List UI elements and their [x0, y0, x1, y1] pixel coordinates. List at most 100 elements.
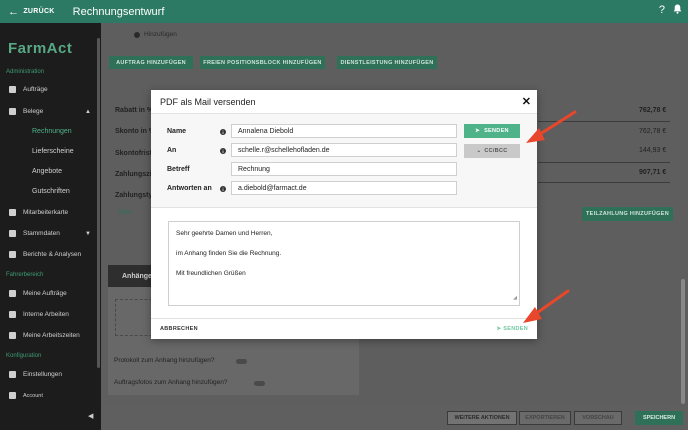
message-body: im Anhang finden Sie die Rechnung. — [176, 250, 282, 257]
add-link[interactable]: Hinzufügen — [134, 31, 177, 38]
send-footer-button[interactable]: ➤ SENDEN — [497, 326, 528, 332]
message-greeting: Sehr geehrte Damen und Herren, — [176, 230, 273, 237]
name-label: Name — [167, 128, 187, 135]
info-icon[interactable]: i — [220, 129, 226, 135]
photos-label: Auftragsfotos zum Anhang hinzufügen? — [114, 379, 228, 386]
amount-subtotal: 762,78 € — [639, 107, 667, 114]
clipboard-icon — [9, 86, 16, 93]
main-scrollbar[interactable] — [681, 279, 685, 404]
gear-icon — [9, 371, 16, 378]
info-icon[interactable]: i — [220, 148, 226, 154]
sidebar-item-auftraege[interactable]: Aufträge — [9, 86, 97, 93]
sidebar: FarmAct Administration Aufträge Belege ▲ … — [0, 23, 101, 430]
save-button[interactable]: SPEICHERN — [635, 411, 683, 425]
bell-icon[interactable] — [673, 4, 682, 17]
sidebar-subitem-lieferscheine[interactable]: Lieferscheine — [32, 148, 74, 155]
protocol-toggle[interactable] — [236, 359, 247, 364]
amount-tax: 144,93 € — [639, 147, 667, 154]
message-textarea[interactable]: Sehr geehrte Damen und Herren, im Anhang… — [168, 221, 520, 306]
sidebar-item-label: Aufträge — [23, 86, 48, 93]
sidebar-item-label: Meine Aufträge — [23, 290, 67, 297]
add-position-block-button[interactable]: FREIEN POSITIONSBLOCK HINZUFÜGEN — [200, 56, 325, 69]
sidebar-item-label: Einstellungen — [23, 371, 63, 378]
sidebar-item-label: Interne Arbeiten — [23, 311, 69, 318]
recipient-field[interactable]: schelle.r@schellehofladen.de — [231, 143, 457, 157]
help-icon[interactable]: ? — [659, 4, 665, 17]
logo: FarmAct — [8, 40, 73, 57]
recipient-label: An — [167, 147, 177, 154]
sidebar-item-label: Meine Arbeitszeiten — [23, 332, 80, 339]
document-icon — [9, 108, 16, 115]
export-button[interactable]: EXPORTIEREN — [519, 411, 571, 425]
skonto-label: Skonto in % — [115, 128, 156, 135]
add-order-button[interactable]: AUFTRAG HINZUFÜGEN — [109, 56, 193, 69]
tractor-icon — [9, 290, 16, 297]
plus-circle-icon — [134, 31, 140, 38]
sidebar-item-meine-auftraege[interactable]: Meine Aufträge — [9, 290, 97, 297]
sidebar-item-mitarbeiterkarte[interactable]: Mitarbeiterkarte — [9, 209, 97, 216]
protocol-label: Protokoll zum Anhang hinzufügen? — [114, 357, 215, 364]
email-pdf-dialog: PDF als Mail versenden ✕ Name i Annalena… — [151, 90, 537, 339]
divider — [538, 162, 670, 163]
send-footer-label: SENDEN — [503, 326, 528, 332]
sidebar-item-einstellungen[interactable]: Einstellungen — [9, 371, 97, 378]
cc-bcc-button[interactable]: ⌄ CC/BCC — [464, 144, 520, 158]
photos-toggle[interactable] — [254, 381, 265, 386]
section-administration: Administration — [6, 69, 45, 75]
resize-handle-icon[interactable]: ◢ — [513, 293, 517, 303]
dialog-title: PDF als Mail versenden — [160, 97, 256, 107]
skontofrist-label: Skontofrist — [115, 150, 152, 157]
divider — [538, 121, 670, 122]
dialog-header: PDF als Mail versenden ✕ — [151, 90, 537, 114]
more-actions-button[interactable]: WEITERE AKTIONEN — [447, 411, 517, 425]
sidebar-item-label: Berichte & Analysen — [23, 251, 82, 258]
send-icon: ➤ — [475, 128, 481, 134]
close-icon[interactable]: ✕ — [522, 95, 531, 108]
reply-to-field[interactable]: a.diebold@farmact.de — [231, 181, 457, 195]
dialog-footer: ABBRECHEN ➤ SENDEN — [151, 318, 537, 339]
name-field[interactable]: Annalena Diebold — [231, 124, 457, 138]
sidebar-subitem-angebote[interactable]: Angebote — [32, 168, 62, 175]
send-button[interactable]: ➤ SENDEN — [464, 124, 520, 138]
amount-total: 907,71 € — [639, 169, 667, 176]
collapse-sidebar-icon[interactable]: ◀ — [88, 412, 93, 420]
section-fahrerbereich: Fahrerbereich — [6, 272, 44, 278]
arrow-left-icon: ← — [8, 5, 20, 18]
back-button[interactable]: ← ZURÜCK — [8, 6, 55, 18]
add-partial-payment-button[interactable]: TEILZAHLUNG HINZUFÜGEN — [582, 207, 673, 221]
page-title: Rechnungsentwurf — [72, 5, 165, 18]
sidebar-item-label: Stammdaten — [23, 230, 60, 237]
chevron-up-icon: ▲ — [85, 108, 91, 115]
info-icon[interactable]: i — [220, 186, 226, 192]
back-label: ZURÜCK — [23, 8, 55, 15]
chevron-down-icon: ▼ — [85, 230, 91, 237]
send-button-label: SENDEN — [484, 128, 509, 134]
message-closing: Mit freundlichen Grüßen — [176, 270, 246, 277]
users-icon — [9, 332, 16, 339]
sidebar-item-label: Belege — [23, 108, 44, 115]
sidebar-scrollbar[interactable] — [97, 38, 100, 368]
chart-icon — [9, 251, 16, 258]
sidebar-item-interne-arbeiten[interactable]: Interne Arbeiten — [9, 311, 97, 318]
sidebar-item-account[interactable]: Account — [9, 392, 97, 399]
preview-button[interactable]: VORSCHAU — [574, 411, 622, 425]
sidebar-subitem-rechnungen[interactable]: Rechnungen — [32, 128, 72, 135]
reply-to-label: Antworten an — [167, 185, 212, 192]
sidebar-item-arbeitszeiten[interactable]: Meine Arbeitszeiten — [9, 332, 97, 339]
user-icon — [9, 392, 16, 399]
map-icon — [9, 209, 16, 216]
add-service-button[interactable]: DIENSTLEISTUNG HINZUFÜGEN — [337, 56, 437, 69]
amount-net: 762,78 € — [639, 128, 667, 135]
subject-label: Betreff — [167, 166, 190, 173]
sidebar-item-belege[interactable]: Belege ▲ — [9, 108, 97, 115]
sidebar-subitem-gutschriften[interactable]: Gutschriften — [32, 188, 70, 195]
cancel-button[interactable]: ABBRECHEN — [160, 326, 198, 332]
sidebar-item-label: Account — [23, 392, 43, 399]
section-konfiguration: Konfiguration — [6, 353, 42, 359]
status-offen: Offen — [118, 210, 133, 216]
dialog-form: Name i Annalena Diebold An i schelle.r@s… — [151, 114, 537, 208]
top-bar: ← ZURÜCK Rechnungsentwurf ? — [0, 0, 688, 23]
sidebar-item-stammdaten[interactable]: Stammdaten ▼ — [9, 230, 97, 237]
subject-field[interactable]: Rechnung — [231, 162, 457, 176]
sidebar-item-berichte[interactable]: Berichte & Analysen — [9, 251, 97, 258]
